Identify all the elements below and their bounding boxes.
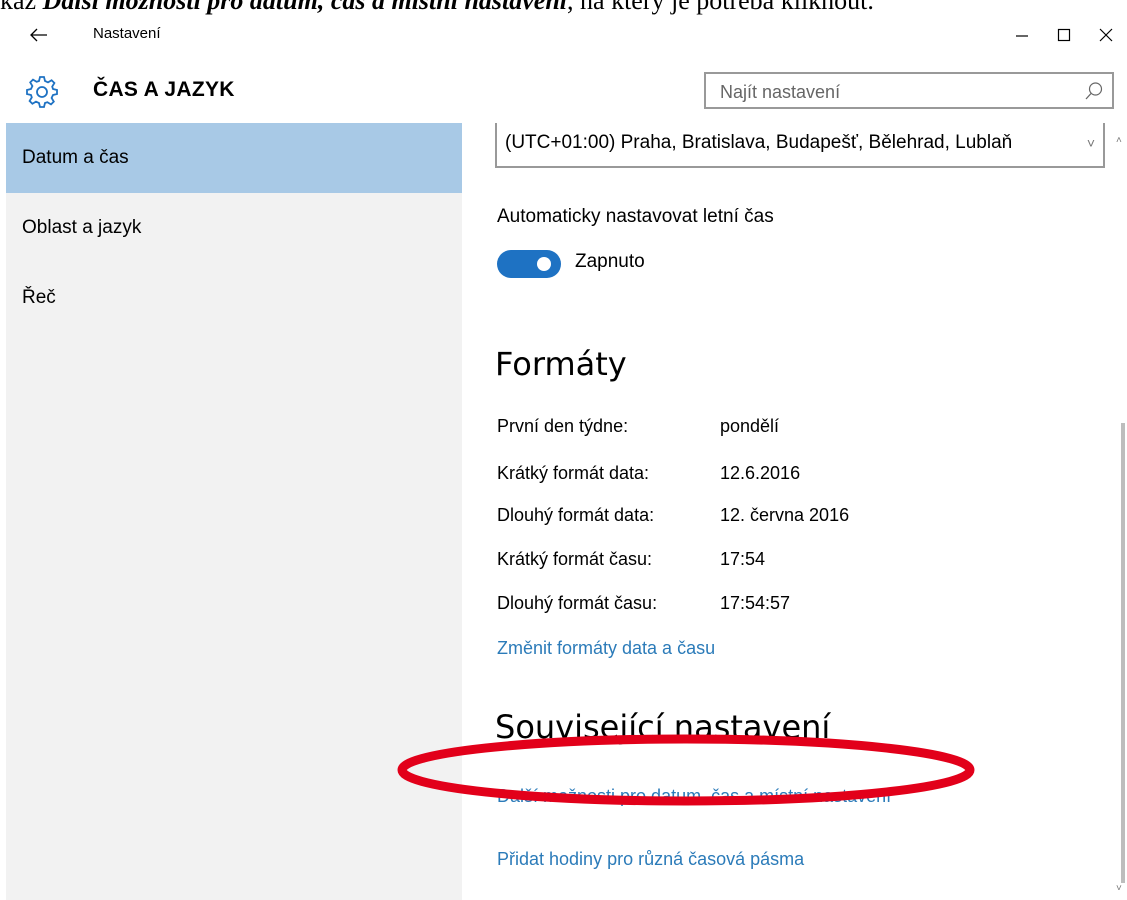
timezone-value: (UTC+01:00) Praha, Bratislava, Budapešť,… xyxy=(505,132,1013,153)
search-input[interactable] xyxy=(718,79,1062,105)
sidebar-item-oblast-a-jazyk[interactable]: Oblast a jazyk xyxy=(6,193,462,263)
formats-heading: Formáty xyxy=(495,345,627,383)
minimize-button[interactable] xyxy=(999,16,1045,54)
change-formats-link[interactable]: Změnit formáty data a času xyxy=(497,638,715,659)
timezone-select[interactable]: (UTC+01:00) Praha, Bratislava, Budapešť,… xyxy=(495,123,1105,168)
dst-toggle[interactable] xyxy=(497,250,561,278)
toggle-knob xyxy=(537,257,551,271)
additional-date-settings-link[interactable]: Další možnosti pro datum, čas a místní n… xyxy=(497,786,891,807)
settings-window: Nastavení ČAS A JAZYK Datum a čas Oblast… xyxy=(6,16,1127,900)
sidebar-item-datum-a-cas[interactable]: Datum a čas xyxy=(6,123,462,193)
gear-icon xyxy=(26,76,58,108)
format-value-first-day: pondělí xyxy=(720,416,780,436)
maximize-button[interactable] xyxy=(1041,16,1087,54)
maximize-icon xyxy=(1057,28,1071,42)
back-button[interactable] xyxy=(24,20,54,50)
format-label-first-day: První den týdne: xyxy=(497,416,629,436)
caption-prefix: kaz xyxy=(0,0,43,15)
minimize-icon xyxy=(1016,35,1028,37)
page-title: ČAS A JAZYK xyxy=(93,78,235,101)
close-button[interactable] xyxy=(1083,16,1127,54)
main-content: (UTC+01:00) Praha, Bratislava, Budapešť,… xyxy=(462,123,1127,900)
dst-label: Automaticky nastavovat letní čas xyxy=(497,206,774,227)
scrollbar-thumb[interactable] xyxy=(1121,423,1125,883)
add-clocks-link[interactable]: Přidat hodiny pro různá časová pásma xyxy=(497,849,804,870)
dst-toggle-state: Zapnuto xyxy=(575,251,645,272)
title-bar: Nastavení xyxy=(6,16,1127,54)
search-box[interactable] xyxy=(704,72,1114,109)
sidebar-item-rec[interactable]: Řeč xyxy=(6,263,462,333)
caption-bold: Další možnosti pro datum, čas a místní n… xyxy=(42,0,568,15)
format-label-long-date: Dlouhý formát data: xyxy=(497,505,655,525)
format-label-long-time: Dlouhý formát času: xyxy=(497,593,658,613)
scroll-up-icon[interactable]: ˄ xyxy=(1116,135,1122,146)
window-title: Nastavení xyxy=(93,25,161,42)
chevron-down-icon: ˅ xyxy=(1086,135,1095,151)
format-value-long-date: 12. června 2016 xyxy=(720,505,850,525)
format-value-short-date: 12.6.2016 xyxy=(720,463,801,483)
back-arrow-icon xyxy=(30,28,47,42)
related-settings-heading: Související nastavení xyxy=(495,708,831,746)
sidebar: Datum a čas Oblast a jazyk Řeč xyxy=(6,123,462,900)
format-label-short-time: Krátký formát času: xyxy=(497,549,653,569)
close-icon xyxy=(1099,28,1113,42)
search-icon[interactable] xyxy=(1084,81,1104,101)
format-value-long-time: 17:54:57 xyxy=(720,593,791,613)
format-value-short-time: 17:54 xyxy=(720,549,766,569)
scroll-down-icon[interactable]: ˅ xyxy=(1116,883,1122,894)
format-label-short-date: Krátký formát data: xyxy=(497,463,650,483)
scrollbar[interactable]: ˄ ˅ xyxy=(1106,123,1127,900)
document-caption: kaz Další možnosti pro datum, čas a míst… xyxy=(0,0,1127,16)
caption-suffix: , na který je potřeba kliknout. xyxy=(567,0,874,15)
